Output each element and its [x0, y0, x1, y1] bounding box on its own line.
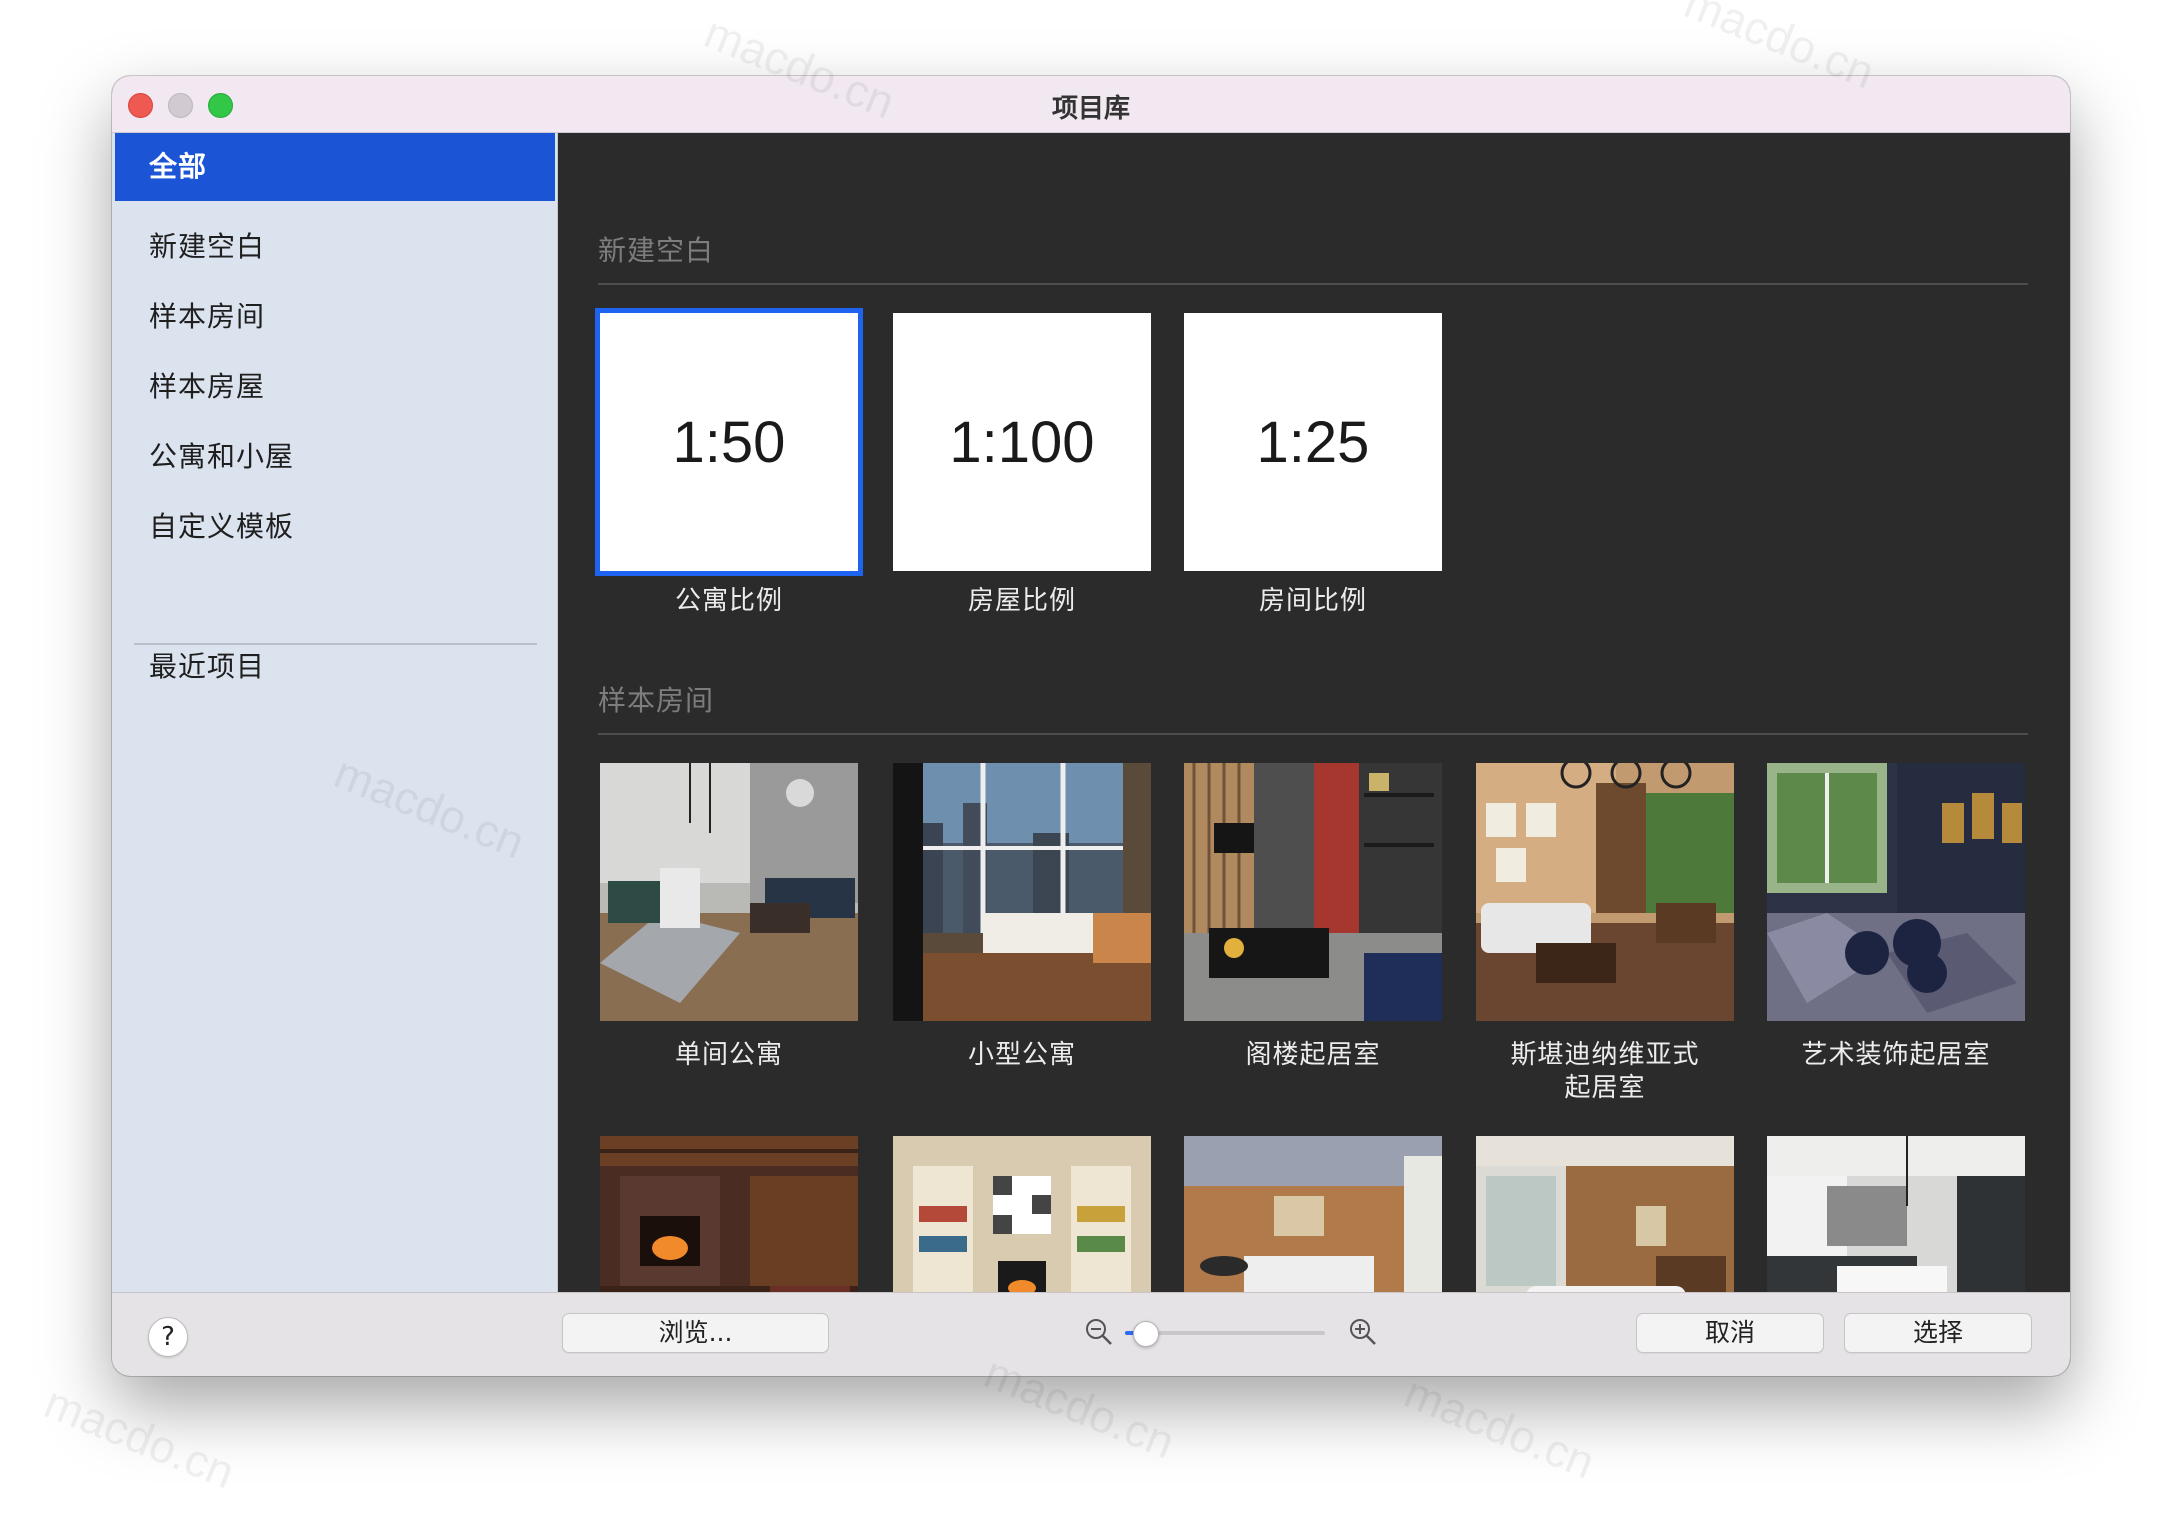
tile-label: 艺术装饰起居室 [1801, 1040, 1991, 1070]
scale-ratio: 1:100 [949, 410, 1095, 475]
tile-apartment-scale[interactable]: 1:50 公寓比例 [595, 308, 863, 618]
section-title-new-blank: 新建空白 [598, 234, 715, 267]
project-library-window: 项目库 全部 新建空白 样本房间 样本房屋 公寓和小屋 自定义模板 最近项目 新… [112, 76, 2070, 1376]
tile-label: 阁楼起居室 [1245, 1040, 1381, 1070]
tile-small-apartment[interactable]: 小型公寓 [893, 763, 1151, 1072]
sidebar-item-all[interactable]: 全部 [115, 133, 555, 201]
tile-label: 小型公寓 [967, 1040, 1076, 1070]
bottom-toolbar: ? 浏览... 取消 选择 [112, 1292, 2070, 1376]
sidebar-item-recent[interactable]: 最近项目 [115, 633, 555, 701]
room-preview-image [1184, 763, 1442, 1021]
sidebar: 全部 新建空白 样本房间 样本房屋 公寓和小屋 自定义模板 最近项目 [112, 133, 558, 1368]
tile-label: 公寓比例 [674, 586, 783, 616]
tile-label-line: 起居室 [1564, 1073, 1646, 1103]
zoom-out-icon[interactable] [1084, 1317, 1114, 1347]
sidebar-item-sample-rooms[interactable]: 样本房间 [115, 283, 555, 351]
tile-art-deco-living-room[interactable]: 艺术装饰起居室 [1767, 763, 2025, 1072]
tile-studio-apartment[interactable]: 单间公寓 [600, 763, 858, 1072]
tile-thumbnail: 1:25 [1184, 313, 1442, 571]
sidebar-item-apartments-cabins[interactable]: 公寓和小屋 [115, 423, 555, 491]
room-preview-image [893, 763, 1151, 1021]
room-preview-image [1767, 763, 2025, 1021]
sidebar-item-new-blank[interactable]: 新建空白 [115, 213, 555, 281]
tile-label: 房间比例 [1258, 586, 1367, 616]
cancel-button[interactable]: 取消 [1636, 1313, 1824, 1353]
tile-room-scale[interactable]: 1:25 房间比例 [1184, 313, 1442, 618]
room-preview-image [1476, 757, 1734, 1021]
watermark: macdo.cn [37, 1375, 242, 1499]
browse-button[interactable]: 浏览... [562, 1313, 829, 1353]
help-button[interactable]: ? [148, 1317, 188, 1357]
tile-label: 斯堪迪纳维亚式 起居室 [1476, 1039, 1734, 1105]
tile-thumbnail: 1:100 [893, 313, 1151, 571]
room-preview-image [600, 763, 858, 1021]
tile-label-line: 斯堪迪纳维亚式 [1510, 1040, 1700, 1070]
section-divider [598, 733, 2028, 735]
choose-button[interactable]: 选择 [1844, 1313, 2032, 1353]
scale-ratio: 1:25 [1256, 410, 1370, 475]
section-divider [598, 283, 2028, 285]
zoom-slider-thumb[interactable] [1133, 1321, 1159, 1347]
section-title-sample-rooms: 样本房间 [598, 684, 715, 717]
library-content[interactable]: 新建空白 1:50 公寓比例 1:100 房屋比例 1:25 房间比例 样本房间 [558, 133, 2070, 1368]
zoom-slider[interactable] [1125, 1321, 1325, 1347]
tile-thumbnail: 1:50 [595, 308, 863, 576]
tile-house-scale[interactable]: 1:100 房屋比例 [893, 313, 1151, 618]
window-title: 项目库 [1051, 94, 1130, 124]
tile-label: 房屋比例 [967, 586, 1076, 616]
tile-label: 单间公寓 [674, 1040, 783, 1070]
sidebar-item-sample-houses[interactable]: 样本房屋 [115, 353, 555, 421]
sidebar-item-custom-templates[interactable]: 自定义模板 [115, 493, 555, 561]
scale-ratio: 1:50 [672, 410, 786, 475]
zoom-in-icon[interactable] [1348, 1317, 1378, 1347]
watermark: macdo.cn [1397, 1365, 1602, 1489]
title-bar: 项目库 [112, 76, 2070, 133]
tile-scandinavian-living-room[interactable]: 斯堪迪纳维亚式 起居室 [1476, 757, 1734, 1105]
tile-loft-living-room[interactable]: 阁楼起居室 [1184, 763, 1442, 1072]
